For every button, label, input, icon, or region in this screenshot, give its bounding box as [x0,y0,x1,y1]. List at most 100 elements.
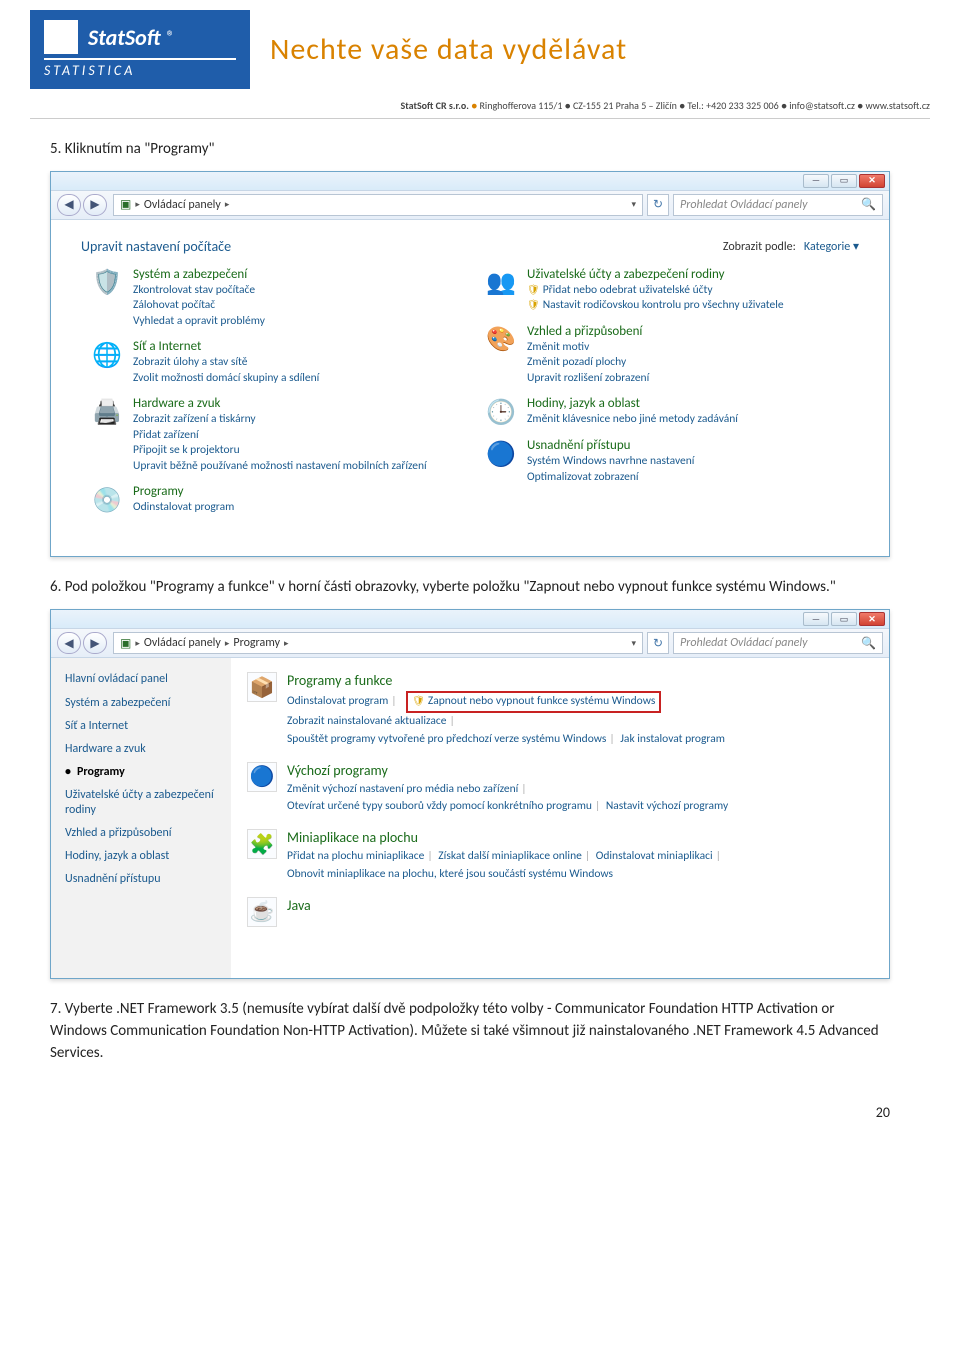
search-icon: 🔍 [861,197,876,212]
section-heading[interactable]: Programy a funkce [287,672,725,689]
task-link[interactable]: Nastavit výchozí programy [606,799,728,813]
user-accounts-icon: 👥 [485,267,517,299]
task-link[interactable]: Připojit se k projektoru [133,443,427,459]
task-link[interactable]: Změnit pozadí plochy [527,355,649,371]
close-button[interactable]: ✕ [859,174,885,188]
page-title: Upravit nastavení počítače [81,238,231,255]
task-link[interactable]: Odinstalovat miniaplikaci [596,849,713,863]
control-panel-icon: ▣ [120,197,131,212]
task-link[interactable]: Optimalizovat zobrazení [527,470,694,486]
task-link[interactable]: Přidat nebo odebrat uživatelské účty [527,283,784,299]
category-heading[interactable]: Uživatelské účty a zabezpečení rodiny [527,267,784,282]
refresh-button[interactable]: ↻ [647,194,669,216]
address-bar[interactable]: ▣ ▸ Ovládací panely ▸ Programy ▸ ▾ [113,632,643,654]
task-link[interactable]: Zobrazit zařízení a tiskárny [133,412,427,428]
sidebar-item[interactable]: Systém a zabezpečení [65,696,217,711]
windows-features-highlight[interactable]: Zapnout nebo vypnout funkce systému Wind… [406,691,661,713]
forward-button[interactable]: ▶ [83,632,107,654]
task-link[interactable]: Jak instalovat program [620,732,725,746]
minimize-button[interactable]: — [803,174,829,188]
control-panel-window: — ▭ ✕ ◀ ▶ ▣ ▸ Ovládací panely ▸ ▾ ↻ Proh… [50,171,890,558]
task-link[interactable]: Získat další miniaplikace online [438,849,582,863]
task-link[interactable]: Upravit rozlišení zobrazení [527,371,649,387]
system-security-icon: 🛡️ [91,267,123,299]
category-heading[interactable]: Hardware a zvuk [133,396,427,411]
search-icon: 🔍 [861,636,876,651]
task-link[interactable]: Zvolit možnosti domácí skupiny a sdílení [133,371,319,387]
category-heading[interactable]: Programy [133,484,234,499]
task-link[interactable]: Otevírat určené typy souborů vždy pomocí… [287,799,592,813]
back-button[interactable]: ◀ [57,194,81,216]
desktop-gadgets-icon: 🧩 [247,829,277,859]
task-link[interactable]: Vyhledat a opravit problémy [133,314,265,330]
logo-graphic [44,20,78,54]
breadcrumb[interactable]: Ovládací panely [144,636,221,650]
navbar: ◀ ▶ ▣ ▸ Ovládací panely ▸ Programy ▸ ▾ ↻… [51,628,889,658]
programs-features-icon: 📦 [247,672,277,702]
minimize-button[interactable]: — [803,612,829,626]
category-heading[interactable]: Síť a Internet [133,339,319,354]
search-box[interactable]: Prohledat Ovládací panely 🔍 [673,194,883,216]
programs-icon: 💿 [91,484,123,516]
task-link[interactable]: Zobrazit nainstalované aktualizace [287,714,446,728]
task-link[interactable]: Nastavit rodičovskou kontrolu pro všechn… [527,298,784,314]
network-icon: 🌐 [91,339,123,371]
step-7-text: 7. Vyberte .NET Framework 3.5 (nemusíte … [50,999,890,1064]
sidebar-item[interactable]: Hodiny, jazyk a oblast [65,849,217,864]
task-link[interactable]: Odinstalovat program [133,500,234,516]
cp-left-column: 🛡️ Systém a zabezpečeníZkontrolovat stav … [91,267,485,527]
navbar: ◀ ▶ ▣ ▸ Ovládací panely ▸ ▾ ↻ Prohledat … [51,190,889,220]
sidebar-item[interactable]: Uživatelské účty a zabezpečení rodiny [65,788,217,818]
main-panel-link[interactable]: Hlavní ovládací panel [65,672,217,686]
back-button[interactable]: ◀ [57,632,81,654]
search-box[interactable]: Prohledat Ovládací panely 🔍 [673,632,883,654]
task-link[interactable]: Upravit běžně používané možnosti nastave… [133,459,427,475]
task-link[interactable]: Zobrazit úlohy a stav sítě [133,355,319,371]
category-heading[interactable]: Usnadnění přístupu [527,438,694,453]
header-contact: StatSoft CR s.r.o. ● Ringhofferova 115/1… [0,99,960,116]
task-link[interactable]: Spouštět programy vytvořené pro předchoz… [287,732,606,746]
hardware-icon: 🖨️ [91,396,123,428]
task-link[interactable]: Zálohovat počítač [133,298,265,314]
sidebar-item-programs[interactable]: Programy [65,765,217,780]
task-link[interactable]: Odinstalovat program [287,694,388,708]
sidebar-item[interactable]: Usnadnění přístupu [65,872,217,887]
task-link[interactable]: Změnit výchozí nastavení pro média nebo … [287,782,518,796]
maximize-button[interactable]: ▭ [831,612,857,626]
maximize-button[interactable]: ▭ [831,174,857,188]
forward-button[interactable]: ▶ [83,194,107,216]
titlebar: — ▭ ✕ [51,172,889,190]
category-heading[interactable]: Systém a zabezpečení [133,267,265,282]
address-bar[interactable]: ▣ ▸ Ovládací panely ▸ ▾ [113,194,643,216]
task-link[interactable]: Přidat zařízení [133,428,427,444]
breadcrumb[interactable]: Ovládací panely [144,198,221,212]
accessibility-icon: 🔵 [485,438,517,470]
task-link[interactable]: Systém Windows navrhne nastavení [527,454,694,470]
control-panel-icon: ▣ [120,636,131,651]
category-heading[interactable]: Hodiny, jazyk a oblast [527,396,738,411]
appearance-icon: 🎨 [485,324,517,356]
view-by-dropdown[interactable]: Kategorie ▾ [804,240,859,254]
cp-right-column: 👥 Uživatelské účty a zabezpečení rodinyPř… [485,267,879,527]
task-link[interactable]: Obnovit miniaplikace na plochu, které js… [287,867,613,881]
section-heading[interactable]: Miniaplikace na plochu [287,829,724,846]
page-header: StatSoft® STATISTICA Nechte vaše data vy… [0,0,960,95]
task-link[interactable]: Přidat na plochu miniaplikace [287,849,424,863]
refresh-button[interactable]: ↻ [647,632,669,654]
sidebar-item[interactable]: Síť a Internet [65,719,217,734]
sidebar-item[interactable]: Hardware a zvuk [65,742,217,757]
sidebar-item[interactable]: Vzhled a přizpůsobení [65,826,217,841]
section-heading[interactable]: Java [287,897,311,914]
default-programs-icon: 🔵 [247,762,277,792]
close-button[interactable]: ✕ [859,612,885,626]
section-heading[interactable]: Výchozí programy [287,762,728,779]
clock-language-icon: 🕒 [485,396,517,428]
task-link[interactable]: Změnit klávesnice nebo jiné metody zadáv… [527,412,738,428]
logo-title: StatSoft [88,24,161,51]
statsoft-logo: StatSoft® STATISTICA [30,10,250,89]
task-link[interactable]: Zkontrolovat stav počítače [133,283,265,299]
task-link[interactable]: Změnit motiv [527,340,649,356]
step-6-text: 6. Pod položkou "Programy a funkce" v ho… [50,577,890,599]
breadcrumb[interactable]: Programy [233,636,280,650]
category-heading[interactable]: Vzhled a přizpůsobení [527,324,649,339]
